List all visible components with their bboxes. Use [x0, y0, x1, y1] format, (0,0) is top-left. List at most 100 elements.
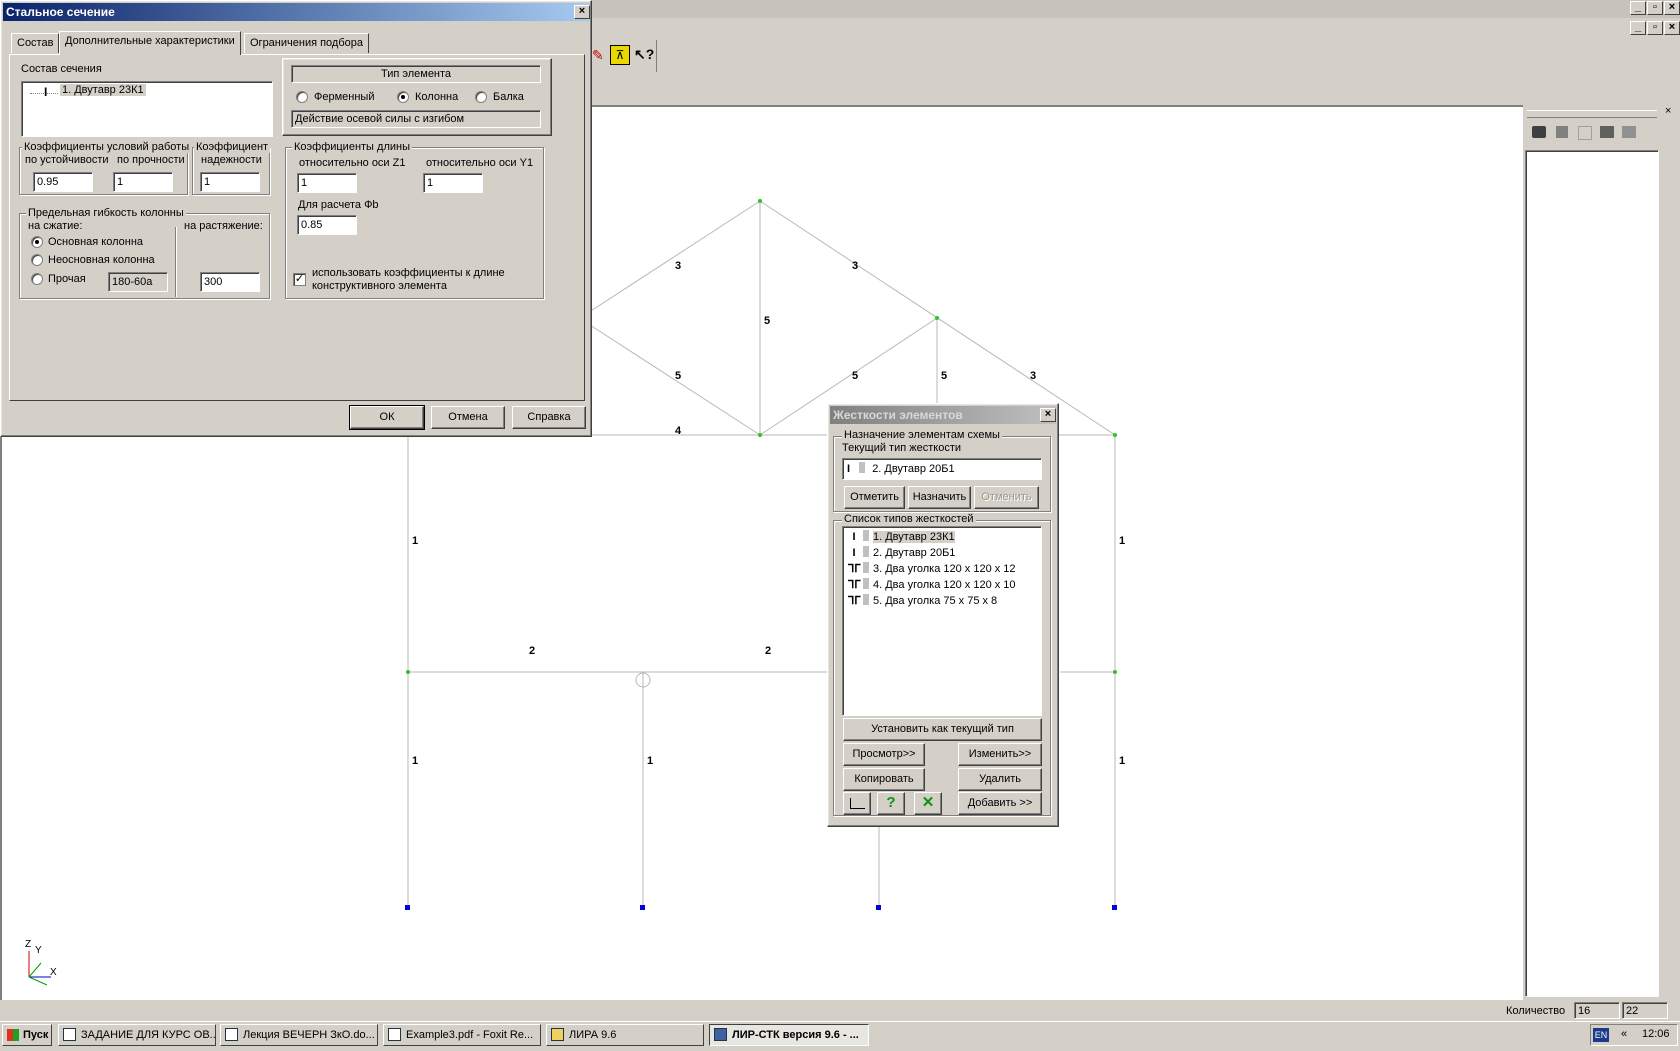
app-minimize-button[interactable]: _: [1630, 1, 1646, 15]
ok-button[interactable]: ОК: [349, 405, 425, 430]
print-icon[interactable]: [1622, 126, 1636, 138]
radio-truss[interactable]: [296, 91, 308, 103]
strength-label: по прочности: [117, 154, 185, 166]
tension-label: на растяжение:: [184, 220, 263, 232]
reliability-label-2: надежности: [201, 154, 262, 166]
steel-dialog-titlebar[interactable]: Стальное сечение: [3, 3, 589, 21]
app-close-button[interactable]: ×: [1664, 1, 1680, 15]
image-icon[interactable]: [1600, 126, 1614, 138]
steel-section-dialog: Стальное сечение × Состав Дополнительные…: [0, 0, 592, 437]
element-label: 1: [647, 755, 654, 767]
axis-z1-label: относительно оси Z1: [299, 157, 406, 169]
delete-button[interactable]: Удалить: [958, 768, 1042, 791]
add-button[interactable]: Добавить >>: [958, 792, 1042, 815]
help-button[interactable]: Справка: [512, 406, 586, 429]
element-label: 3: [1030, 370, 1037, 382]
copy-icon[interactable]: [1578, 126, 1592, 140]
tray-expand-icon[interactable]: «: [1621, 1028, 1627, 1040]
section-tree-item[interactable]: 1. Двутавр 23К1: [60, 84, 146, 96]
section-tree[interactable]: I 1. Двутавр 23К1: [21, 81, 273, 137]
taskbar-item[interactable]: Example3.pdf - Foxit Re...: [383, 1024, 541, 1046]
list-item[interactable]: I 1. Двутавр 23К1: [847, 530, 955, 545]
start-button[interactable]: Пуск: [2, 1024, 52, 1046]
current-type-label: Текущий тип жесткости: [842, 442, 961, 454]
windows-logo-icon: [7, 1029, 19, 1041]
close-x-button[interactable]: ✕: [914, 792, 942, 815]
camera-icon[interactable]: [1532, 126, 1546, 138]
taskbar-item-active[interactable]: ЛИР-СТК версия 9.6 - ...: [709, 1024, 869, 1046]
save-icon[interactable]: [1556, 126, 1568, 138]
color-swatch: [863, 530, 869, 541]
reliability-coeff-input[interactable]: 1: [200, 172, 260, 192]
strength-coeff-input[interactable]: 1: [113, 172, 173, 192]
support-icon[interactable]: ⊼: [610, 45, 630, 65]
element-label: 1: [1119, 755, 1126, 767]
list-item[interactable]: ᒣᒥ 5. Два уголка 75 x 75 x 8: [847, 594, 997, 609]
use-coeffs-checkbox[interactable]: ✓: [293, 273, 306, 286]
compression-label: на сжатие:: [28, 220, 83, 232]
radio-beam[interactable]: [475, 91, 487, 103]
edit-button[interactable]: Изменить>>: [958, 743, 1042, 766]
undo-assign-button[interactable]: Отменить: [974, 486, 1039, 509]
pencil-icon[interactable]: ✎: [592, 47, 604, 64]
doc-restore-button[interactable]: ▫: [1647, 21, 1663, 35]
right-panel-close-icon[interactable]: ×: [1665, 105, 1671, 117]
stiffness-dialog-titlebar[interactable]: Жесткости элементов: [830, 406, 1056, 424]
doc-close-button[interactable]: ×: [1664, 21, 1680, 35]
current-type-field[interactable]: I 2. Двутавр 20Б1: [842, 458, 1042, 480]
axis-y1-label: относительно оси Y1: [426, 157, 534, 169]
element-label: 2: [765, 645, 772, 657]
radio-beam-label: Балка: [493, 91, 524, 103]
radio-column[interactable]: [397, 91, 409, 103]
double-angle-icon: ᒣᒥ: [847, 563, 861, 575]
use-coeffs-label-2: конструктивного элемента: [312, 280, 447, 292]
stability-coeff-input[interactable]: 0.95: [33, 172, 93, 192]
length-coeffs-label: Коэффициенты длины: [292, 141, 412, 153]
phib-input[interactable]: 0.85: [297, 215, 357, 235]
right-panel: ×: [1523, 105, 1680, 1000]
assign-button[interactable]: Назначить: [908, 486, 971, 509]
help-pointer-icon[interactable]: ↖?: [634, 46, 654, 63]
radio-column-label: Колонна: [415, 91, 459, 103]
chart-button[interactable]: [843, 792, 871, 815]
stiffness-dialog-close-button[interactable]: ×: [1040, 408, 1056, 422]
reliability-label-1: Коэффициент: [194, 141, 271, 153]
tab-selection-limits[interactable]: Ограничения подбора: [244, 33, 370, 53]
right-panel-grip[interactable]: [1527, 110, 1657, 118]
mark-button[interactable]: Отметить: [844, 486, 905, 509]
stiffness-types-list[interactable]: I 1. Двутавр 23К1 I 2. Двутавр 20Б1 ᒣᒥ 3. Д…: [842, 526, 1042, 716]
types-list-label: Список типов жесткостей: [842, 513, 976, 525]
status-count-value2: 22: [1622, 1002, 1668, 1019]
view-button[interactable]: Просмотр>>: [843, 743, 925, 766]
app-restore-button[interactable]: ▫: [1647, 1, 1663, 15]
slenderness-label: Предельная гибкость колонны: [26, 207, 186, 219]
y1-length-coeff-input[interactable]: 1: [423, 173, 483, 193]
radio-other[interactable]: [31, 273, 43, 285]
doc-minimize-button[interactable]: _: [1630, 21, 1646, 35]
radio-secondary-column[interactable]: [31, 254, 43, 266]
taskbar-item[interactable]: Лекция ВЕЧЕРН ЗкО.do...: [220, 1024, 378, 1046]
cancel-button[interactable]: Отмена: [431, 406, 505, 429]
status-count-label: Количество: [1506, 1005, 1566, 1017]
language-indicator[interactable]: EN: [1593, 1028, 1609, 1042]
copy-button[interactable]: Копировать: [843, 768, 925, 791]
steel-dialog-close-button[interactable]: ×: [574, 5, 590, 19]
list-item[interactable]: ᒣᒥ 3. Два уголка 120 x 120 x 12: [847, 562, 1016, 577]
list-item[interactable]: ᒣᒥ 4. Два уголка 120 x 120 x 10: [847, 578, 1016, 593]
tension-slenderness-input[interactable]: 300: [200, 272, 260, 292]
help-icon-button[interactable]: ?: [877, 792, 905, 815]
taskbar-item[interactable]: ЛИРА 9.6: [546, 1024, 704, 1046]
i-beam-icon: I: [44, 85, 48, 99]
right-panel-content[interactable]: [1525, 150, 1659, 997]
list-item[interactable]: I 2. Двутавр 20Б1: [847, 546, 955, 561]
z1-length-coeff-input[interactable]: 1: [297, 173, 357, 193]
work-coeffs-label: Коэффициенты условий работы: [22, 141, 192, 153]
tab-composition[interactable]: Состав: [11, 33, 60, 53]
radio-main-column[interactable]: [31, 236, 43, 248]
question-icon: ?: [886, 794, 896, 811]
tab-additional-characteristics[interactable]: Дополнительные характеристики: [59, 31, 241, 55]
axis-x-label: X: [50, 967, 57, 978]
taskbar-item[interactable]: ЗАДАНИЕ ДЛЯ КУРС ОВ...: [58, 1024, 216, 1046]
element-type-title: Тип элемента: [291, 65, 541, 83]
set-current-type-button[interactable]: Установить как текущий тип: [843, 718, 1042, 741]
